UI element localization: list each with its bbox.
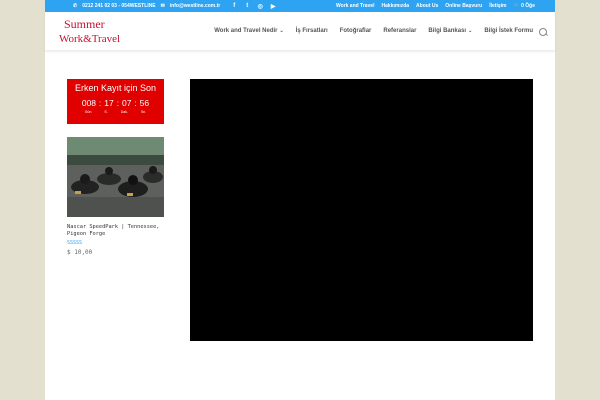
logo-line-1: Summer [64,17,105,31]
countdown-widget: Erken Kayıt için Son 008 : 17 : 07 : 56 … [67,79,164,124]
countdown-days: 008 [81,98,97,108]
twitter-icon[interactable]: t [244,3,250,10]
main-nav: Work and Travel Nedir ⌄ İş Fırsatları Fot… [214,12,533,50]
separator: : [116,98,119,108]
nav-item-bilgi-bankasi[interactable]: Bilgi Bankası ⌄ [428,28,472,34]
cart-icon: 🛒 [513,3,520,9]
chevron-down-icon: ⌄ [279,28,284,34]
nav-item-fotograflar[interactable]: Fotoğraflar [340,28,372,34]
separator: : [99,98,102,108]
search-icon[interactable] [539,28,547,36]
top-link-iletisim[interactable]: İletişim [489,3,506,9]
product-image[interactable] [67,137,164,217]
page-container: ✆ 0212 241 02 03 - 054WESTLINE ✉ info@we… [45,0,555,400]
countdown-minutes: 07 [121,98,132,108]
facebook-icon[interactable]: f [231,3,237,10]
main-header: Summer Work&Travel Work and Travel Nedir… [45,12,555,51]
countdown-title: Erken Kayıt için Son [74,83,157,93]
product-price: $ 10,00 [67,249,93,256]
top-link-online-basvuru[interactable]: Online Başvuru [445,3,482,9]
countdown-labels: Gün S. Dak. Sn. [67,110,164,114]
countdown-hours: 17 [104,98,114,108]
nav-item-referanslar[interactable]: Referanslar [383,28,416,34]
product-rating: SSSSS [67,240,83,246]
logo-line-2: Work&Travel [59,33,120,45]
video-player[interactable] [190,79,533,341]
countdown-seconds: 56 [139,98,150,108]
top-link-work-and-travel[interactable]: Work and Travel [336,3,375,9]
chevron-down-icon: ⌄ [468,28,473,34]
label-days: Gün [84,110,92,114]
label-seconds: Sn. [140,110,147,114]
phone-number[interactable]: 0212 241 02 03 - 054WESTLINE [82,3,155,9]
separator: : [134,98,137,108]
instagram-icon[interactable]: ◎ [257,3,263,10]
countdown-digits: 008 : 17 : 07 : 56 [67,98,164,108]
cart-link[interactable]: 🛒 0 Öğe [513,3,535,9]
phone-icon: ✆ [73,3,78,9]
top-link-about-us[interactable]: About Us [416,3,438,9]
nav-item-is-firsatlari[interactable]: İş Fırsatları [296,28,328,34]
top-bar-contact: ✆ 0212 241 02 03 - 054WESTLINE ✉ info@we… [73,0,276,12]
email-address[interactable]: info@westline.com.tr [170,3,220,9]
nav-item-bilgi-istek-formu[interactable]: Bilgi İstek Formu [484,28,533,34]
nav-item-work-and-travel-nedir[interactable]: Work and Travel Nedir ⌄ [214,28,283,34]
nav-item-label: Work and Travel Nedir [214,28,278,34]
cart-count: 0 Öğe [521,3,535,9]
social-links: f t ◎ ▶ [231,3,276,10]
top-bar: ✆ 0212 241 02 03 - 054WESTLINE ✉ info@we… [45,0,555,12]
top-bar-links: Work and Travel Hakkımızda About Us Onli… [336,0,535,12]
product-name[interactable]: Nascar SpeedPark | Tennessee, Pigeon For… [67,224,167,238]
top-link-hakkimizda[interactable]: Hakkımızda [382,3,410,9]
youtube-icon[interactable]: ▶ [270,3,276,10]
nav-item-label: Bilgi Bankası [428,28,467,34]
label-minutes: Dak. [120,110,128,114]
label-hours: S. [104,110,108,114]
email-icon: ✉ [160,3,165,9]
site-logo[interactable]: Summer Work&Travel [58,15,128,49]
